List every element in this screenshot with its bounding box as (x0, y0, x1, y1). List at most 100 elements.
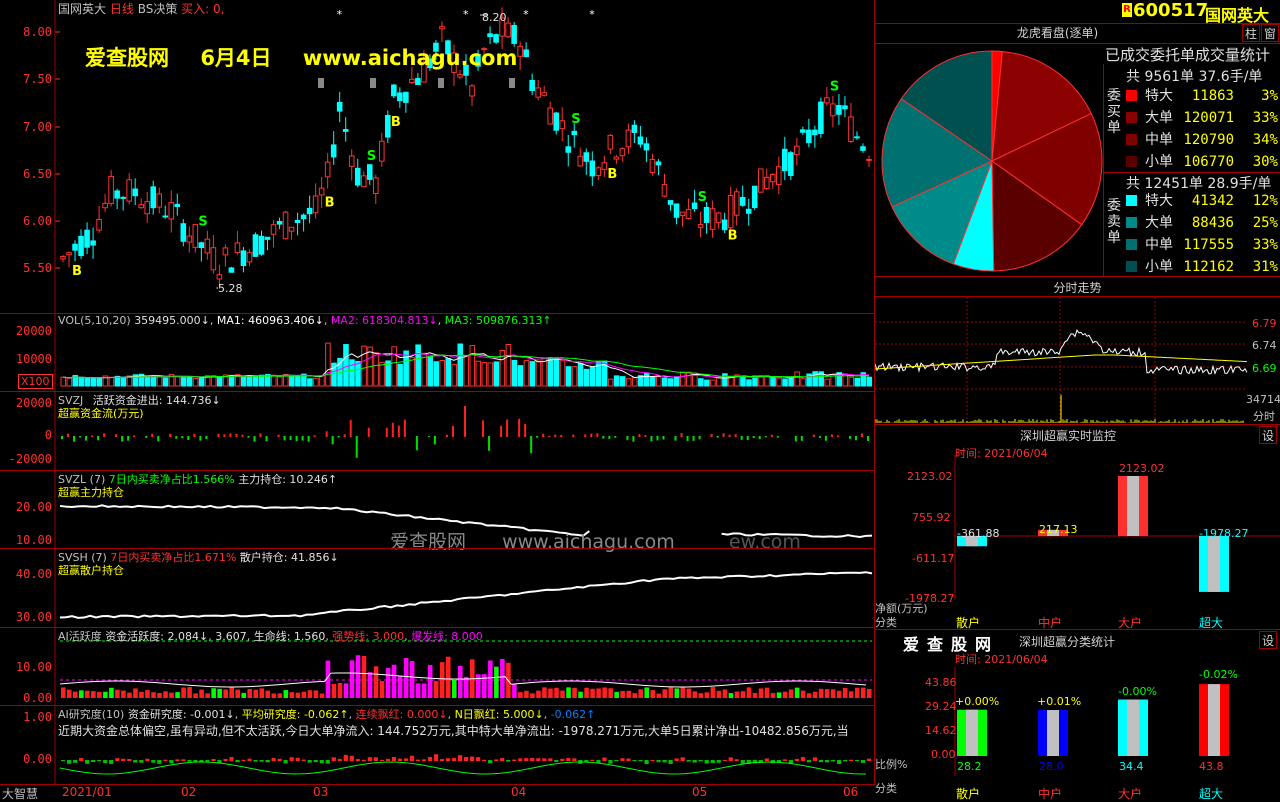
svzj-panel[interactable]: SVZJ 活跃资金进出: 144.736↓ 超赢资金流(万元) 20000 0 … (0, 391, 875, 472)
pillar-button[interactable]: 柱 (1242, 24, 1260, 42)
research-bar (818, 760, 824, 763)
activity-bar (848, 691, 854, 698)
research-bar (361, 759, 366, 761)
volume-bar (162, 377, 169, 387)
volume-bar (108, 376, 115, 387)
fund-flow-bar (530, 436, 533, 454)
research-bar (482, 759, 487, 761)
volume-bar (800, 378, 806, 387)
main-chart[interactable]: B B B B B S S S S S * * * * 国网英大 日线 BS决策 买入: 0, 爱查股网 … (0, 0, 875, 314)
svsh-panel[interactable]: SVSH (7) 7日内买卖净占比1.671% 散户持仓: 41.856↓ 超赢… (0, 548, 875, 629)
svzl-panel[interactable]: SVZL (7) 7日内买卖净占比1.566% 主力持仓: 10.246↑ 超赢… (0, 470, 875, 553)
class-panel[interactable]: 爱查股网 深圳超赢分类统计 设 时间: 2021/06/04 43.86 29.… (875, 629, 1280, 801)
research-bar (854, 760, 860, 762)
candle-body (96, 218, 102, 231)
fund-flow-bar (355, 436, 358, 458)
candle-body (126, 179, 132, 202)
volume-bar (667, 378, 674, 387)
high-price-label: 8.20 (482, 11, 507, 24)
activity-bar (788, 689, 794, 698)
research-bar (728, 757, 733, 761)
fund-flow-bar (229, 433, 232, 437)
volume-bar (583, 368, 590, 387)
volume-bar (770, 377, 776, 387)
research-bar (554, 760, 559, 763)
volume-bar (493, 361, 500, 387)
candle-body (703, 206, 710, 223)
research-line (59, 761, 866, 775)
sell-side-label: 委卖单 (1104, 198, 1124, 246)
ai-active-panel[interactable]: AI活跃度 资金活跃度: 2.084↓, 3.607, 生命线: 1.560, … (0, 627, 875, 707)
activity-bar (355, 655, 361, 698)
buy-marker: B (72, 264, 82, 279)
candle-body (90, 240, 96, 246)
volume-bar (252, 375, 259, 387)
activity-bar (463, 676, 469, 698)
vol-panel[interactable]: VOL(5,10,20) 359495.000↓, MA1: 460963.40… (0, 313, 875, 393)
vol-unit[interactable]: X100 (18, 374, 53, 389)
fund-flow-bar (181, 436, 184, 439)
fund-flow-bar (524, 423, 527, 437)
dragon-title: 龙虎看盘(逐单) (1016, 26, 1099, 40)
watermark-banner: 爱查股网 6月4日 www.aichagu.com (85, 42, 517, 72)
watermark-block (370, 78, 376, 88)
class-delta-2: -0.00% (1118, 685, 1157, 698)
candle-body (613, 156, 620, 160)
ai-research-panel[interactable]: AI研究度(10) 资金研究度: -0.001↓, 平均研究度: -0.062↑… (0, 705, 875, 786)
candle-body (403, 91, 409, 103)
candle-body (198, 242, 205, 249)
volume-bar (307, 378, 313, 387)
activity-bar (758, 688, 764, 698)
activity-bar (746, 687, 752, 698)
volume-bar (481, 362, 488, 387)
candle-body (210, 247, 217, 271)
sell-row-0-swatch (1126, 195, 1137, 206)
volume-bar (704, 379, 710, 387)
stat-title: 已成交委托单成交量统计 (1105, 46, 1271, 64)
intraday-panel[interactable]: 分时走势 6.79 6.74 6.69 34714 分时 (875, 276, 1280, 425)
class-value-3: 43.8 (1199, 760, 1224, 773)
order-pie-chart (881, 50, 1103, 272)
fund-flow-bar (259, 433, 262, 437)
activity-bar (524, 690, 529, 698)
research-bar (512, 759, 517, 761)
research-bar (295, 757, 300, 761)
activity-bar (644, 687, 650, 698)
activity-bar (307, 690, 313, 698)
research-bar (488, 760, 493, 764)
activity-bar (488, 660, 493, 698)
candle-body (721, 219, 728, 231)
activity-bar (277, 693, 283, 698)
research-bar (331, 757, 336, 761)
fund-flow-bar (295, 436, 298, 442)
research-bar (379, 759, 384, 761)
x-label-2: 03 (313, 785, 329, 799)
research-bar (181, 759, 186, 761)
fund-flow-bar (91, 435, 94, 437)
candle-body (487, 33, 493, 38)
volume-bar (565, 366, 572, 387)
research-bar (704, 760, 709, 764)
buy-row-1-swatch (1126, 112, 1137, 123)
candle-body (372, 177, 379, 194)
fund-flow-bar (836, 435, 839, 437)
buy-side-label: 委买单 (1104, 88, 1124, 136)
fund-flow-bar (866, 436, 869, 441)
monitor-settings-button[interactable]: 设 (1259, 426, 1277, 444)
research-bar (692, 760, 697, 763)
volume-bar (655, 376, 662, 387)
research-bar (157, 760, 162, 764)
volume-bar (66, 377, 73, 387)
price-tick-5: 5.50 (23, 261, 52, 275)
buy-marker: B (325, 195, 335, 210)
fund-flow-bar (451, 425, 454, 437)
candle-body (138, 204, 144, 209)
monitor-value-0: -361.88 (957, 527, 1000, 540)
monitor-panel[interactable]: 深圳超赢实时监控 设 时间: 2021/06/04 2123.02 755.92… (875, 424, 1280, 630)
class-settings-button[interactable]: 设 (1259, 631, 1277, 649)
period[interactable]: 日线 (110, 2, 134, 16)
intraday-tick-2: 6.69 (1252, 362, 1277, 375)
volume-bar (547, 357, 554, 387)
svzl-ratio: 7日内买卖净占比1.566% (108, 473, 235, 486)
window-button[interactable]: 窗 (1261, 24, 1279, 42)
